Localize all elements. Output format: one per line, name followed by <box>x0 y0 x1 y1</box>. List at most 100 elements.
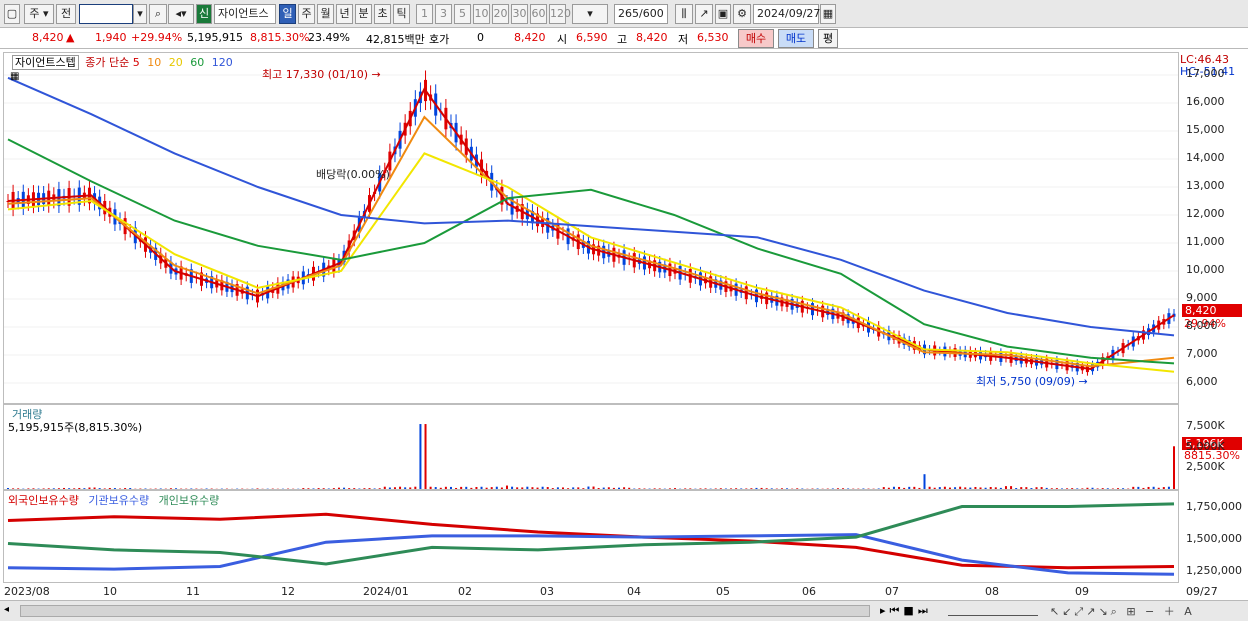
scroll-bar[interactable]: ◂ ▸⏮■⏭ ↖↙⤢↗↘⌕ ⊞ − ＋ A <box>0 600 1248 621</box>
grid-icon[interactable]: ▦ <box>10 71 19 82</box>
period-button[interactable]: 주 <box>298 4 315 24</box>
scroll-left-icon[interactable]: ◂ <box>4 604 9 615</box>
gear-icon[interactable]: ⚙ <box>733 4 751 24</box>
volume-bar <box>12 488 15 489</box>
volume-bar <box>923 474 926 489</box>
volume-bar <box>602 487 605 489</box>
candle-icon[interactable]: ⫼ <box>675 4 693 24</box>
search-icon[interactable]: ⌕ <box>149 4 167 24</box>
date-field[interactable]: 2024/09/27 <box>753 4 820 24</box>
volume-bar <box>1066 488 1069 489</box>
volume-bar <box>399 486 402 489</box>
price-chart <box>4 70 1178 384</box>
interval-button[interactable]: 10 <box>473 4 490 24</box>
volume-bar <box>414 486 417 489</box>
volume-bar <box>78 487 81 489</box>
volume-bar <box>475 486 478 489</box>
volume-bar <box>205 488 208 489</box>
volume-bar <box>862 488 865 489</box>
volume-bar <box>1035 487 1038 489</box>
volume-bar <box>1030 488 1033 489</box>
volume-bar <box>521 487 524 489</box>
volume-bar <box>653 488 656 489</box>
y-tick-label: 8,000 <box>1186 319 1218 332</box>
volume-chart <box>7 424 1175 489</box>
interval-button[interactable]: 1 <box>416 4 433 24</box>
volume-bar <box>582 488 585 489</box>
period-button[interactable]: 월 <box>317 4 334 24</box>
volume-bar <box>1004 486 1007 489</box>
price-change: 1,940 <box>95 31 127 44</box>
interval-select[interactable]: ▾ <box>572 4 608 24</box>
volume-bar <box>954 487 957 489</box>
volume-bar <box>348 488 351 489</box>
volume-bar <box>27 488 30 489</box>
tool-icons[interactable]: ↖↙⤢↗↘⌕ ⊞ − ＋ A <box>1050 603 1195 619</box>
zoom-slider[interactable] <box>948 604 1038 616</box>
period-button[interactable]: 년 <box>336 4 353 24</box>
volume-bar <box>745 488 748 489</box>
interval-button[interactable]: 5 <box>454 4 471 24</box>
volume-bar <box>1122 488 1125 489</box>
sell-button[interactable]: 매도 <box>778 29 814 48</box>
volume-bar <box>847 488 850 489</box>
volume-bar <box>363 488 366 489</box>
x-tick-label: 02 <box>458 585 472 598</box>
interval-button[interactable]: 30 <box>511 4 528 24</box>
volume-bar <box>1173 446 1175 489</box>
price-axis: LC:46.43 HC:-51.41 8,420 29.94% 6,000 7,0… <box>1180 52 1244 404</box>
chart-type-select[interactable]: 주 ▾ <box>24 4 54 24</box>
interval-button[interactable]: 20 <box>492 4 509 24</box>
eval-button[interactable]: 평 <box>818 29 838 48</box>
volume-bar <box>439 487 442 489</box>
buy-button[interactable]: 매수 <box>738 29 774 48</box>
playback-controls[interactable]: ▸⏮■⏭ <box>880 604 932 618</box>
code-dropdown-icon[interactable]: ▾ <box>133 4 147 24</box>
volume-panel[interactable]: 거래량 5,195,915주(8,815.30%) <box>3 404 1179 490</box>
window-icon[interactable]: ▢ <box>4 4 20 24</box>
calendar-icon[interactable]: ▦ <box>820 4 836 24</box>
scroll-track[interactable] <box>20 605 870 617</box>
period-button[interactable]: 초 <box>374 4 391 24</box>
volume-bar <box>1162 487 1165 489</box>
holdings-panel[interactable]: 외국인보유수량 기관보유수량 개인보유수량 <box>3 490 1179 583</box>
volume-bar <box>302 488 305 489</box>
interval-button[interactable]: 3 <box>435 4 452 24</box>
high-label: 고 <box>617 33 628 46</box>
volume-bar <box>892 486 895 489</box>
legend-institution: 기관보유수량 <box>88 494 150 507</box>
period-button[interactable]: 분 <box>355 4 372 24</box>
volume-bar <box>842 488 845 489</box>
volume-bar <box>419 424 422 489</box>
volume-bar <box>918 487 921 489</box>
count-field[interactable]: 265/600 <box>614 4 668 24</box>
volume-bar <box>175 488 178 489</box>
drawing-icon[interactable]: ↗ <box>695 4 713 24</box>
price-panel[interactable]: 자이언트스텝 종가 단순 5 10 20 60 120 ▦ 최고 17,330 … <box>3 52 1179 404</box>
volume-bar <box>928 486 931 489</box>
ma-line-10 <box>7 115 1175 368</box>
interval-button[interactable]: 120 <box>549 4 571 24</box>
volume-bar <box>485 487 488 489</box>
volume-bar <box>994 487 997 489</box>
save-icon[interactable]: ▣ <box>715 4 731 24</box>
period-button[interactable]: 일 <box>279 4 296 24</box>
legend-ma20: 20 <box>168 56 183 69</box>
volume-bar <box>1157 487 1160 489</box>
volume-bar <box>674 488 677 489</box>
interval-button[interactable]: 60 <box>530 4 547 24</box>
volume-bar <box>623 487 626 489</box>
new-badge: 신 <box>196 4 212 24</box>
stock-code-input[interactable]: 289220 <box>79 4 133 24</box>
speaker-icon[interactable]: ◂▾ <box>168 4 194 24</box>
volume-bar <box>47 488 50 489</box>
volume-bar <box>337 487 340 489</box>
volume-bar <box>1091 487 1094 489</box>
volume-bar <box>368 488 371 489</box>
trade-amount: 42,815백만 <box>366 33 425 46</box>
volume-bar <box>1132 486 1135 489</box>
period-button[interactable]: 틱 <box>393 4 410 24</box>
prefix-button[interactable]: 전 <box>56 4 76 24</box>
volume-bar <box>607 487 610 489</box>
x-tick-label: 04 <box>627 585 641 598</box>
